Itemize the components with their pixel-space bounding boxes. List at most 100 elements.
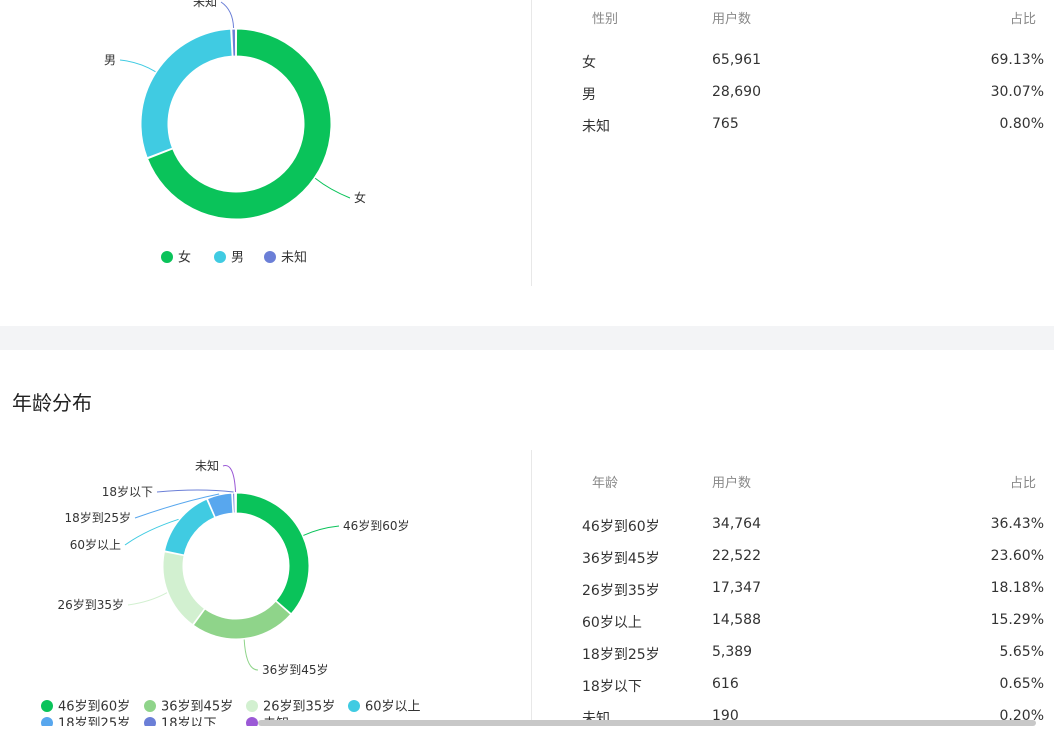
- table-row: 46岁到60岁 34,764 36.43%: [540, 516, 1054, 538]
- row-label: 46岁到60岁: [582, 519, 660, 535]
- gender-divider: [531, 0, 532, 286]
- donut-slice: [140, 28, 233, 159]
- horizontal-scrollbar[interactable]: [258, 720, 1036, 726]
- row-users: 65,961: [712, 52, 761, 68]
- row-pct: 18.18%: [990, 580, 1044, 596]
- row-pct: 0.65%: [999, 676, 1044, 692]
- row-label: 60岁以上: [582, 615, 642, 631]
- gender-panel: 女男未知女男未知 性别 用户数 占比 女 65,961 69.13% 男 28,…: [0, 0, 1054, 326]
- row-pct: 0.80%: [999, 116, 1044, 132]
- legend-label: 未知: [281, 250, 307, 266]
- legend-label: 女: [178, 250, 191, 266]
- legend-dot: [214, 251, 226, 263]
- age-divider: [531, 450, 532, 726]
- donut-slice: [192, 600, 292, 640]
- gender-table: 性别 用户数 占比 女 65,961 69.13% 男 28,690 30.07…: [540, 0, 1054, 326]
- age-donut-chart: 46岁到60岁 36岁到45岁 26岁到35岁 60岁以上 18岁到25岁 18岁以下 未知…: [41, 459, 421, 727]
- legend-label: 26岁到35岁: [263, 700, 335, 715]
- legend-label: 男: [231, 251, 244, 266]
- gender-header-label: 性别: [592, 12, 619, 27]
- donut-slice: [235, 492, 310, 615]
- slice-label: 36岁到45岁: [262, 662, 329, 677]
- row-users: 34,764: [712, 516, 761, 532]
- row-label: 36岁到45岁: [582, 551, 660, 567]
- slice-label: 60岁以上: [70, 537, 121, 552]
- table-row: 26岁到35岁 17,347 18.18%: [540, 580, 1054, 602]
- legend-dot: [41, 717, 53, 726]
- row-label: 18岁以下: [582, 679, 642, 695]
- legend-dot: [144, 700, 156, 712]
- gender-header-pct: 占比: [1009, 12, 1036, 27]
- row-label: 18岁到25岁: [582, 647, 660, 663]
- row-label: 女: [582, 55, 596, 71]
- legend-label: 36岁到45岁: [161, 700, 233, 715]
- leader-line: [314, 177, 351, 199]
- row-users: 28,690: [712, 84, 761, 100]
- slice-label: 18岁以下: [102, 484, 153, 499]
- leader-line: [220, 1, 235, 29]
- gender-header-users: 用户数: [712, 12, 752, 27]
- legend-dot: [246, 700, 258, 712]
- row-label: 未知: [582, 119, 610, 135]
- slice-label: 未知: [193, 0, 217, 9]
- gender-table-header: 性别 用户数 占比: [540, 8, 1054, 28]
- legend-dot: [246, 717, 258, 726]
- row-pct: 23.60%: [990, 548, 1044, 564]
- table-row: 18岁到25岁 5,389 5.65%: [540, 644, 1054, 666]
- legend-label: 60岁以上: [365, 700, 421, 715]
- slice-label: 女: [354, 190, 366, 205]
- leader-line: [119, 59, 156, 73]
- leader-line: [127, 592, 168, 606]
- row-pct: 30.07%: [990, 84, 1044, 100]
- row-label: 26岁到35岁: [582, 583, 660, 599]
- legend-dot: [264, 251, 276, 263]
- age-panel: 年龄分布 46岁到60岁 36岁到45岁 26岁到35岁 60岁以上 18岁到25岁 18…: [0, 350, 1054, 727]
- row-users: 17,347: [712, 580, 761, 596]
- row-users: 14,588: [712, 612, 761, 628]
- donut-slices: [140, 28, 332, 220]
- row-pct: 15.29%: [990, 612, 1044, 628]
- table-row: 男 28,690 30.07%: [540, 84, 1054, 106]
- legend-dot: [161, 251, 173, 263]
- leader-line: [222, 465, 237, 493]
- slice-label: 男: [104, 53, 116, 67]
- row-pct: 36.43%: [990, 516, 1044, 532]
- table-row: 36岁到45岁 22,522 23.60%: [540, 548, 1054, 570]
- age-table-header: 年龄 用户数 占比: [540, 472, 1054, 492]
- leader-line: [243, 639, 259, 671]
- slice-label: 26岁到35岁: [57, 597, 124, 612]
- table-row: 未知 765 0.80%: [540, 116, 1054, 138]
- leader-line: [303, 525, 340, 536]
- table-row: 18岁以下 616 0.65%: [540, 676, 1054, 698]
- age-header-users: 用户数: [712, 476, 752, 491]
- leader-line: [156, 489, 234, 493]
- legend-label: 46岁到60岁: [58, 700, 130, 715]
- table-row: 60岁以上 14,588 15.29%: [540, 612, 1054, 634]
- donut-slice: [162, 551, 206, 626]
- row-users: 5,389: [712, 644, 753, 660]
- donut-slices: [162, 492, 310, 640]
- slice-label: 未知: [195, 459, 219, 473]
- table-row: 未知 190 0.20%: [540, 708, 1054, 730]
- gender-donut-chart: 女男未知女男未知: [104, 0, 366, 266]
- row-users: 22,522: [712, 548, 761, 564]
- age-table: 年龄 用户数 占比 46岁到60岁 34,764 36.43% 36岁到45岁 …: [540, 350, 1054, 727]
- row-users: 765: [712, 116, 739, 132]
- slice-label: 46岁到60岁: [343, 518, 410, 533]
- donut-slice: [234, 492, 237, 514]
- row-label: 男: [582, 87, 596, 103]
- donut-slice: [231, 28, 237, 57]
- legend-label: 18岁到25岁: [58, 717, 130, 727]
- donut-slice: [163, 498, 216, 556]
- row-users: 616: [712, 676, 739, 692]
- slice-label: 18岁到25岁: [64, 510, 131, 525]
- legend-label: 18岁以下: [161, 717, 217, 727]
- legend-dot: [144, 717, 156, 726]
- legend-dot: [348, 700, 360, 712]
- row-pct: 5.65%: [999, 644, 1044, 660]
- table-row: 女 65,961 69.13%: [540, 52, 1054, 74]
- row-pct: 69.13%: [990, 52, 1044, 68]
- legend-dot: [41, 700, 53, 712]
- age-header-pct: 占比: [1009, 476, 1036, 491]
- section-separator: [0, 326, 1054, 350]
